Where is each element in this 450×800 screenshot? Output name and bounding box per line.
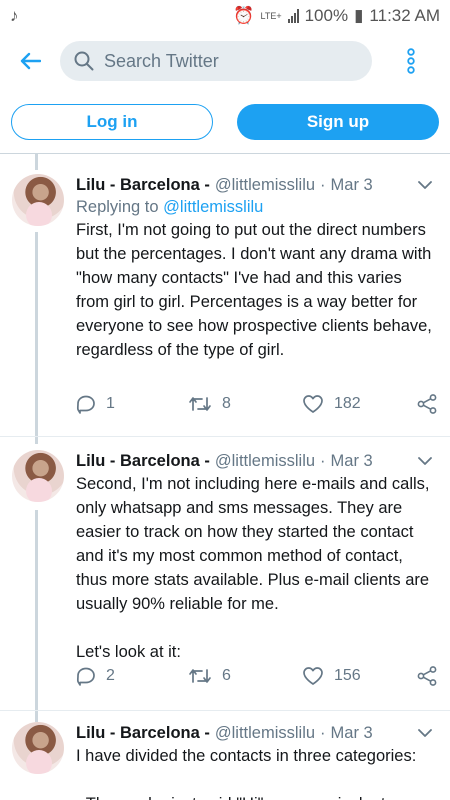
reply-icon — [76, 667, 95, 686]
like-count: 156 — [334, 667, 361, 684]
reply-button[interactable]: 2 — [76, 666, 115, 686]
battery-icon: ▮ — [354, 6, 364, 25]
reply-icon — [76, 395, 95, 414]
share-button[interactable] — [416, 393, 438, 415]
top-app-bar — [0, 32, 450, 90]
alarm-icon: ⏰ — [233, 6, 255, 25]
mention-link[interactable]: @littlemisslilu — [163, 198, 263, 216]
share-icon — [417, 394, 437, 414]
retweet-icon — [189, 669, 211, 683]
thread-line — [35, 510, 38, 722]
battery-percent: 100% — [304, 6, 349, 25]
tweet-header: Lilu - Barcelona - @littlemisslilu · Mar… — [76, 450, 438, 472]
tweet-content: Lilu - Barcelona - @littlemisslilu · Mar… — [76, 722, 438, 800]
like-count: 182 — [334, 395, 361, 412]
avatar[interactable] — [12, 450, 64, 502]
tweet-divider — [0, 710, 450, 711]
reply-button[interactable]: 1 — [76, 394, 115, 414]
search-box[interactable] — [60, 41, 372, 81]
share-icon — [417, 666, 437, 686]
retweet-count: 8 — [222, 395, 231, 412]
tweet-date[interactable]: Mar 3 — [331, 174, 373, 196]
reply-count: 2 — [106, 667, 115, 684]
replying-to: Replying to @littlemisslilu — [76, 196, 438, 218]
author-name[interactable]: Lilu - Barcelona - — [76, 722, 210, 744]
tweet-actions: 2 6 156 — [76, 662, 438, 690]
tweet-content: Lilu - Barcelona - @littlemisslilu · Mar… — [76, 450, 438, 686]
chevron-down-icon[interactable] — [418, 180, 432, 190]
retweet-icon — [189, 397, 211, 411]
retweet-button[interactable]: 8 — [188, 395, 231, 413]
search-icon — [74, 51, 94, 71]
tweet-divider — [0, 436, 450, 437]
tweet-text: First, I'm not going to put out the dire… — [76, 221, 432, 359]
tweet-date[interactable]: Mar 3 — [331, 450, 373, 472]
avatar[interactable] — [12, 722, 64, 774]
tweet-content: Lilu - Barcelona - @littlemisslilu · Mar… — [76, 174, 438, 414]
separator-dot: · — [320, 724, 326, 742]
header-divider — [0, 153, 450, 154]
tweet-actions: 1 8 182 — [76, 390, 438, 418]
music-note-icon: ♪ — [10, 6, 19, 25]
replying-to-label: Replying to — [76, 198, 159, 216]
thread-line — [35, 154, 38, 170]
auth-buttons: Log in Sign up — [11, 104, 439, 140]
author-name[interactable]: Lilu - Barcelona - — [76, 450, 210, 472]
author-handle[interactable]: @littlemisslilu — [215, 450, 315, 472]
like-button[interactable]: 182 — [302, 394, 361, 414]
like-button[interactable]: 156 — [302, 666, 361, 686]
tweet-text: I have divided the contacts in three cat… — [76, 747, 417, 800]
back-button[interactable] — [0, 32, 60, 90]
heart-icon — [303, 667, 323, 685]
separator-dot: · — [320, 176, 326, 194]
clock: 11:32 AM — [369, 6, 440, 25]
author-handle[interactable]: @littlemisslilu — [215, 174, 315, 196]
signal-icon — [287, 9, 299, 23]
reply-count: 1 — [106, 395, 115, 412]
heart-icon — [303, 395, 323, 413]
more-options-button[interactable] — [372, 32, 450, 90]
separator-dot: · — [320, 452, 326, 470]
avatar[interactable] — [12, 174, 64, 226]
arrow-left-icon — [20, 52, 41, 70]
author-handle[interactable]: @littlemisslilu — [215, 722, 315, 744]
tweet-date[interactable]: Mar 3 — [331, 722, 373, 744]
status-bar: ♪ ⏰ LTE+ 100% ▮ 11:32 AM — [0, 0, 450, 32]
chevron-down-icon[interactable] — [418, 456, 432, 466]
status-indicators: ⏰ LTE+ 100% ▮ 11:32 AM — [233, 6, 440, 26]
retweet-button[interactable]: 6 — [188, 667, 231, 685]
tweet-header: Lilu - Barcelona - @littlemisslilu · Mar… — [76, 722, 438, 744]
login-button[interactable]: Log in — [11, 104, 213, 140]
signup-button[interactable]: Sign up — [237, 104, 439, 140]
network-type: LTE+ — [260, 10, 282, 21]
vertical-dots-icon — [407, 48, 415, 74]
author-name[interactable]: Lilu - Barcelona - — [76, 174, 210, 196]
tweet-text: Second, I'm not including here e-mails a… — [76, 475, 430, 661]
search-input[interactable] — [104, 50, 344, 72]
tweet-header: Lilu - Barcelona - @littlemisslilu · Mar… — [76, 174, 438, 196]
chevron-down-icon[interactable] — [418, 728, 432, 738]
thread-line — [35, 232, 38, 444]
share-button[interactable] — [416, 665, 438, 687]
retweet-count: 6 — [222, 667, 231, 684]
